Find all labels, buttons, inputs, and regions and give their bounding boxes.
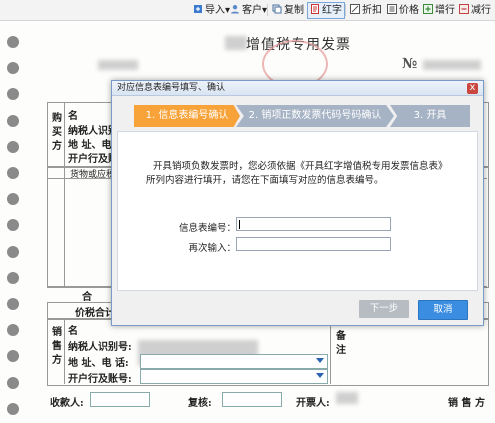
add-row-button[interactable]: 增行 — [423, 3, 455, 18]
seller-bank-label: 开户行及账号: — [68, 374, 132, 385]
info-number-label: 信息表编号： — [178, 223, 236, 234]
info-number-dialog: 对应信息表编号填写、确认 x 1. 信息表编号确认 2. 销项正数发票代码号码确… — [111, 80, 484, 326]
binder-hole — [7, 324, 19, 336]
copy-button[interactable]: 复制 — [272, 3, 304, 18]
binder-hole — [7, 298, 19, 310]
buyer-side-label: 购买方 — [52, 113, 62, 152]
confirm-number-label: 再次输入： — [188, 243, 236, 254]
payee-label: 收款人: — [50, 398, 84, 409]
dialog-title: 对应信息表编号填写、确认 — [112, 81, 483, 96]
discount-button[interactable]: 折扣 — [350, 3, 382, 18]
copy-icon — [272, 4, 282, 14]
import-label: 导入 — [205, 5, 225, 16]
next-button[interactable]: 下一步 — [359, 300, 409, 318]
toolbar-separator — [267, 4, 268, 16]
discount-label: 折扣 — [362, 5, 382, 16]
reviewer-label: 复核: — [188, 398, 212, 409]
delete-row-icon — [459, 4, 469, 14]
total-label: 合 — [82, 292, 92, 303]
delete-row-label: 减行 — [471, 5, 491, 16]
binder-hole — [7, 36, 19, 48]
wizard-steps: 1. 信息表编号确认 2. 销项正数发票代码号码确认 3. 开具 — [134, 105, 470, 127]
redacted-drawer — [336, 392, 358, 404]
delete-row-button[interactable]: 减行 — [459, 3, 491, 18]
redacted-text — [98, 60, 138, 70]
binder-hole — [7, 88, 19, 100]
divider — [64, 318, 65, 384]
add-row-icon — [423, 4, 433, 14]
import-icon — [194, 5, 202, 13]
binder-hole — [7, 141, 19, 153]
toolbar-separator — [345, 4, 346, 16]
red-document-icon — [311, 4, 319, 14]
cancel-button[interactable]: 取消 — [418, 300, 468, 320]
confirm-number-input[interactable] — [236, 237, 391, 251]
customer-icon — [231, 5, 239, 14]
price-icon — [387, 4, 397, 14]
customer-button[interactable]: 客户▾ — [230, 3, 267, 18]
divider — [64, 102, 65, 166]
discount-icon — [350, 4, 360, 14]
seller-side-label: 销售方 — [52, 327, 62, 366]
payee-input[interactable] — [90, 392, 150, 407]
seller-address-input[interactable] — [140, 354, 328, 369]
price-label: 价格 — [399, 5, 419, 16]
instruction-text: 开具销项负数发票时，您必须依据《开具红字增值税专用发票信息表》 所列内容进行填开… — [146, 160, 464, 188]
binder-hole — [7, 377, 19, 389]
seller-taxid-label: 纳税人识别号: — [68, 342, 132, 353]
remarks-label: 备注 — [336, 331, 346, 356]
seller-footer-label: 销 售 方 — [448, 398, 485, 409]
binder-hole — [7, 403, 19, 415]
invoice-number-label: № — [402, 56, 418, 72]
binder-hole — [7, 219, 19, 231]
reviewer-input[interactable] — [222, 392, 282, 407]
binder-hole — [7, 62, 19, 74]
red-invoice-button[interactable]: 红字 — [307, 2, 345, 19]
binder-hole — [7, 193, 19, 205]
binder-hole — [7, 167, 19, 179]
red-label: 红字 — [322, 5, 342, 16]
step-2-positive-invoice: 2. 销项正数发票代码号码确认 — [236, 105, 394, 127]
redacted-text — [225, 36, 247, 50]
step-3-issue: 3. 开具 — [390, 105, 470, 127]
seller-name-label: 名 — [68, 326, 78, 337]
seller-bank-input[interactable] — [140, 369, 328, 384]
chevron-down-icon[interactable] — [316, 373, 324, 378]
buyer-name-label: 名 — [68, 111, 78, 122]
chevron-down-icon[interactable] — [316, 358, 324, 363]
close-icon[interactable]: x — [467, 83, 478, 94]
binder-hole — [7, 246, 19, 258]
step-1-info-number: 1. 信息表编号确认 — [134, 105, 240, 127]
toolbar: 导入▾ 客户▾ 复制 红字 折扣 价格 增行 减行 — [0, 0, 495, 21]
divider — [330, 318, 331, 384]
instruction-line-2: 所列内容进行填开，请您在下面填写对应的信息表编号。 — [146, 175, 384, 186]
dialog-content: 开具销项负数发票时，您必须依据《开具红字增值税专用发票信息表》 所列内容进行填开… — [117, 131, 478, 291]
customer-label: 客户 — [242, 5, 262, 16]
binder-hole — [7, 115, 19, 127]
add-row-label: 增行 — [435, 5, 455, 16]
buyer-address-label: 地 址、电 — [68, 140, 112, 151]
redacted-number — [423, 60, 481, 70]
binder-hole — [7, 272, 19, 284]
binder-hole — [7, 350, 19, 362]
price-tax-total-label: 价税合计 — [75, 308, 115, 319]
drawer-label: 开票人: — [296, 398, 330, 409]
instruction-line-1: 开具销项负数发票时，您必须依据《开具红字增值税专用发票信息表》 — [153, 161, 448, 172]
import-button[interactable]: 导入▾ — [193, 3, 230, 18]
price-button[interactable]: 价格 — [387, 3, 419, 18]
divider — [64, 166, 65, 286]
info-number-input[interactable] — [236, 217, 391, 231]
seller-address-label: 地 址、电 话: — [68, 358, 129, 369]
copy-label: 复制 — [284, 5, 304, 16]
text-caret — [239, 220, 240, 229]
